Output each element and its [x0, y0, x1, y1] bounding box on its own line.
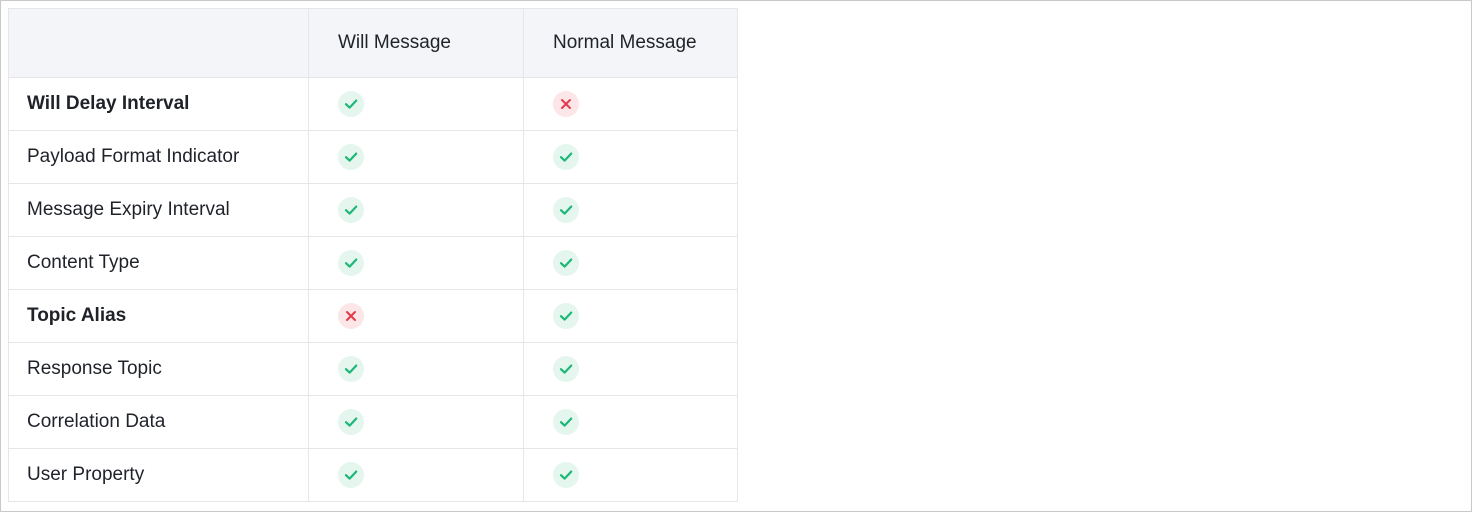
check-icon: [553, 197, 579, 223]
normal-message-support-cell: [523, 77, 738, 131]
check-icon: [553, 303, 579, 329]
check-icon: [338, 197, 364, 223]
normal-message-support-cell: [523, 448, 738, 502]
normal-message-support-cell: [523, 289, 738, 343]
normal-message-support-cell: [523, 342, 738, 396]
table-row: Payload Format Indicator: [8, 130, 738, 184]
will-message-support-cell: [308, 448, 524, 502]
page-frame: Will Message Normal Message Will Delay I…: [0, 0, 1472, 512]
will-message-support-cell: [308, 130, 524, 184]
will-message-support-cell: [308, 289, 524, 343]
check-icon: [553, 356, 579, 382]
cross-icon: [553, 91, 579, 117]
table-row: Response Topic: [8, 342, 738, 396]
will-message-support-cell: [308, 342, 524, 396]
check-icon: [338, 462, 364, 488]
comparison-table: Will Message Normal Message Will Delay I…: [8, 8, 738, 502]
normal-message-support-cell: [523, 236, 738, 290]
table-row: Correlation Data: [8, 395, 738, 449]
property-name: Payload Format Indicator: [8, 130, 309, 184]
header-empty-cell: [8, 8, 309, 78]
check-icon: [338, 91, 364, 117]
will-message-support-cell: [308, 236, 524, 290]
will-message-support-cell: [308, 77, 524, 131]
normal-message-support-cell: [523, 395, 738, 449]
table-header-row: Will Message Normal Message: [8, 8, 738, 78]
will-message-support-cell: [308, 395, 524, 449]
property-name: Will Delay Interval: [8, 77, 309, 131]
normal-message-support-cell: [523, 183, 738, 237]
property-name: Message Expiry Interval: [8, 183, 309, 237]
property-name: Correlation Data: [8, 395, 309, 449]
check-icon: [338, 250, 364, 276]
property-name: Content Type: [8, 236, 309, 290]
property-name: Topic Alias: [8, 289, 309, 343]
table-row: Will Delay Interval: [8, 77, 738, 131]
table-body: Will Delay Interval Payload Format Indica…: [8, 77, 738, 502]
check-icon: [338, 144, 364, 170]
check-icon: [553, 409, 579, 435]
normal-message-support-cell: [523, 130, 738, 184]
property-name: Response Topic: [8, 342, 309, 396]
header-normal-message: Normal Message: [523, 8, 738, 78]
check-icon: [553, 250, 579, 276]
will-message-support-cell: [308, 183, 524, 237]
check-icon: [553, 462, 579, 488]
table-row: User Property: [8, 448, 738, 502]
check-icon: [553, 144, 579, 170]
header-will-message: Will Message: [308, 8, 524, 78]
property-name: User Property: [8, 448, 309, 502]
check-icon: [338, 409, 364, 435]
table-row: Content Type: [8, 236, 738, 290]
check-icon: [338, 356, 364, 382]
table-row: Message Expiry Interval: [8, 183, 738, 237]
table-row: Topic Alias: [8, 289, 738, 343]
cross-icon: [338, 303, 364, 329]
